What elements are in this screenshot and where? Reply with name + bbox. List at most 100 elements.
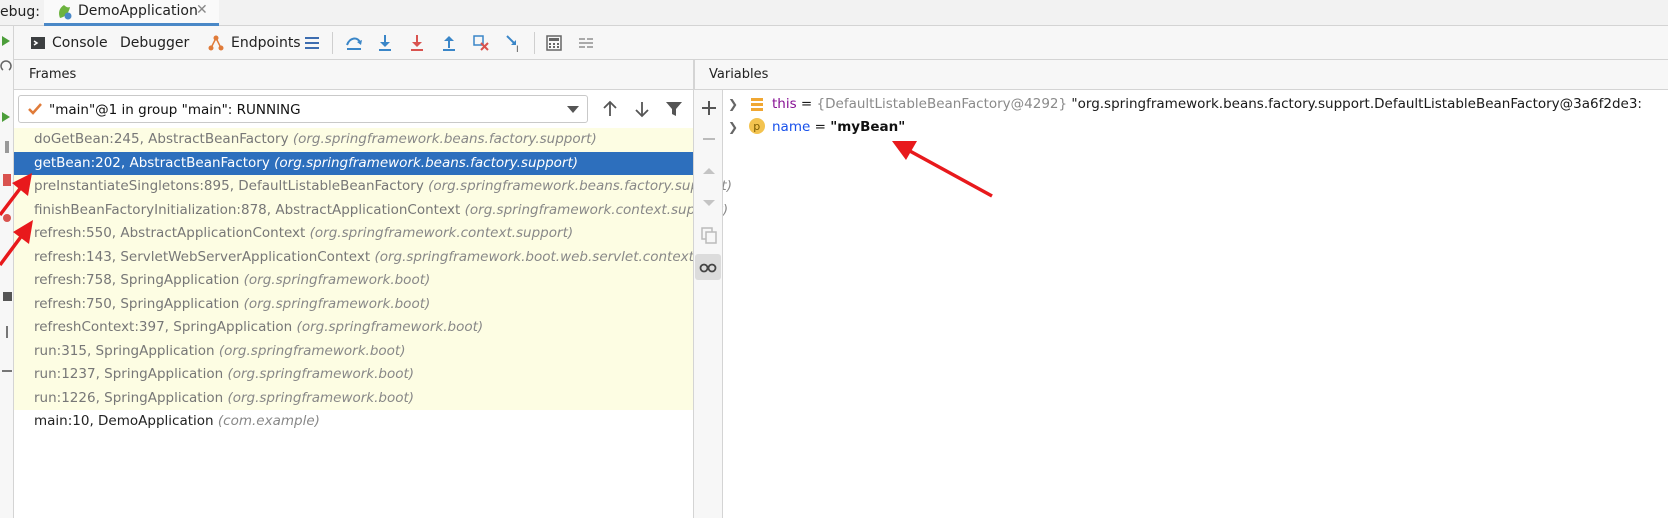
frame-row[interactable]: refreshContext:397, SpringApplication (o… xyxy=(14,316,693,340)
add-icon[interactable] xyxy=(699,98,719,118)
chevron-down-icon xyxy=(567,106,579,113)
frame-package: (org.springframework.context.support) xyxy=(464,201,729,218)
frame-row[interactable]: doGetBean:245, AbstractBeanFactory (org.… xyxy=(14,128,693,152)
field-icon xyxy=(748,96,766,112)
endpoints-icon xyxy=(208,35,224,51)
debug-label: ebug: xyxy=(0,4,40,20)
frame-package: (org.springframework.beans.factory.suppo… xyxy=(292,131,597,147)
frame-row[interactable]: refresh:758, SpringApplication (org.spri… xyxy=(14,269,693,293)
toolbar-separator xyxy=(332,32,333,54)
parameter-letter: p xyxy=(753,120,760,133)
frame-package: (org.springframework.boot) xyxy=(227,366,415,382)
glasses-icon xyxy=(699,263,717,273)
frame-row[interactable]: finishBeanFactoryInitialization:878, Abs… xyxy=(14,198,728,222)
show-execution-point-icon[interactable] xyxy=(344,33,364,53)
frame-package: (org.springframework.boot) xyxy=(243,272,431,288)
tab-debugger[interactable]: Debugger xyxy=(106,26,204,63)
frame-package: (org.springframework.boot.web.servlet.co… xyxy=(374,248,700,265)
frame-method: main:10, DemoApplication xyxy=(34,413,214,429)
frame-row[interactable]: refresh:750, SpringApplication (org.spri… xyxy=(14,292,693,316)
parameter-icon: p xyxy=(748,118,766,135)
svg-text:I: I xyxy=(516,45,519,53)
frame-method: finishBeanFactoryInitialization:878, Abs… xyxy=(34,201,461,218)
frame-method: refresh:750, SpringApplication xyxy=(34,295,240,312)
frame-package: (org.springframework.boot) xyxy=(296,319,484,335)
frame-row-selected[interactable]: getBean:202, AbstractBeanFactory (org.sp… xyxy=(14,151,693,175)
move-down-icon[interactable] xyxy=(699,193,719,213)
console-icon xyxy=(31,37,45,49)
run-to-cursor-icon[interactable]: I xyxy=(504,33,524,53)
drop-frame-icon[interactable] xyxy=(471,33,491,53)
frame-row[interactable]: refresh:143, ServletWebServerApplication… xyxy=(14,245,699,269)
tab-console-label: Console xyxy=(52,35,108,51)
remove-icon[interactable] xyxy=(699,129,719,149)
frame-method: run:315, SpringApplication xyxy=(34,342,215,359)
frame-method: run:1226, SpringApplication xyxy=(34,389,224,406)
frame-row[interactable]: main:10, DemoApplication (com.example) xyxy=(14,410,693,434)
force-step-into-icon[interactable] xyxy=(407,33,427,53)
thread-select[interactable]: "main"@1 in group "main": RUNNING xyxy=(18,95,588,123)
frame-method: refresh:143, ServletWebServerApplication… xyxy=(34,248,371,265)
frame-method: preInstantiateSingletons:895, DefaultLis… xyxy=(34,178,424,194)
frame-package: (org.springframework.boot) xyxy=(218,342,406,359)
variables-title: Variables xyxy=(709,67,769,82)
frames-list: doGetBean:245, AbstractBeanFactory (org.… xyxy=(14,128,732,518)
variable-name: name xyxy=(772,119,811,135)
frame-method: getBean:202, AbstractBeanFactory xyxy=(34,154,270,171)
trace-current-stream-icon[interactable] xyxy=(576,33,596,53)
variable-type: {DefaultListableBeanFactory@4292} xyxy=(816,96,1068,112)
thread-select-value: "main"@1 in group "main": RUNNING xyxy=(49,102,301,118)
toolbar-separator xyxy=(534,32,535,54)
copy-icon[interactable] xyxy=(699,225,719,245)
frame-package: (org.springframework.beans.factory.suppo… xyxy=(428,178,732,194)
variable-row-this[interactable]: ❯ this = {DefaultListableBeanFactory@4292… xyxy=(728,93,1642,115)
frame-method: doGetBean:245, AbstractBeanFactory xyxy=(34,131,289,147)
frame-method: refresh:758, SpringApplication xyxy=(34,272,240,288)
frame-package: (com.example) xyxy=(217,413,320,429)
tab-debugger-label: Debugger xyxy=(120,35,190,51)
run-tab-title: DemoApplication xyxy=(78,3,198,19)
move-up-icon[interactable] xyxy=(699,161,719,181)
frame-row[interactable]: preInstantiateSingletons:895, DefaultLis… xyxy=(14,175,732,199)
checkmark-icon xyxy=(28,103,42,115)
watches-toggle[interactable] xyxy=(695,254,721,280)
spring-boot-icon xyxy=(59,5,72,20)
evaluate-expression-icon[interactable] xyxy=(544,33,564,53)
tab-endpoints-label: Endpoints xyxy=(231,35,301,51)
chevron-right-icon[interactable]: ❯ xyxy=(728,93,744,115)
annotation-arrow xyxy=(892,141,993,198)
close-icon[interactable]: ✕ xyxy=(196,2,208,18)
frame-method: refreshContext:397, SpringApplication xyxy=(34,319,293,335)
variable-name: this xyxy=(772,96,797,112)
variable-row-name[interactable]: ❯ p name = "myBean" xyxy=(728,116,905,138)
filter-icon[interactable] xyxy=(662,97,686,121)
frame-method: run:1237, SpringApplication xyxy=(34,366,224,382)
frame-package: (org.springframework.beans.factory.suppo… xyxy=(274,154,579,171)
gutter-icons xyxy=(0,36,12,372)
variables-side-toolbar xyxy=(694,90,723,518)
variables-header: Variables xyxy=(694,60,1668,90)
arrow-up-icon[interactable] xyxy=(598,97,622,121)
frame-row[interactable]: run:315, SpringApplication (org.springfr… xyxy=(14,339,693,363)
frame-row[interactable]: run:1226, SpringApplication (org.springf… xyxy=(14,386,693,410)
debug-side-toolbar xyxy=(0,26,14,518)
frame-row[interactable]: refresh:550, AbstractApplicationContext … xyxy=(14,222,693,246)
variable-equals: = xyxy=(796,96,817,112)
debugger-toolbar: Console Debugger Endpoints I xyxy=(14,26,1668,63)
arrow-down-icon[interactable] xyxy=(630,97,654,121)
variable-equals: = xyxy=(810,119,831,135)
frames-header: Frames xyxy=(14,60,694,90)
frame-method: refresh:550, AbstractApplicationContext xyxy=(34,225,306,241)
tab-endpoints[interactable]: Endpoints xyxy=(207,26,301,60)
layout-icon[interactable] xyxy=(302,33,322,53)
frame-package: (org.springframework.boot) xyxy=(243,295,431,312)
frames-title: Frames xyxy=(29,67,77,82)
step-into-icon[interactable] xyxy=(375,33,395,53)
tab-console[interactable]: Console xyxy=(30,26,108,60)
chevron-right-icon[interactable]: ❯ xyxy=(728,116,744,138)
frame-package: (org.springframework.context.support) xyxy=(309,225,574,241)
frame-package: (org.springframework.boot) xyxy=(227,389,415,406)
step-out-icon[interactable] xyxy=(439,33,459,53)
run-config-tab[interactable]: DemoApplication ✕ xyxy=(44,0,219,26)
frame-row[interactable]: run:1237, SpringApplication (org.springf… xyxy=(14,363,693,387)
